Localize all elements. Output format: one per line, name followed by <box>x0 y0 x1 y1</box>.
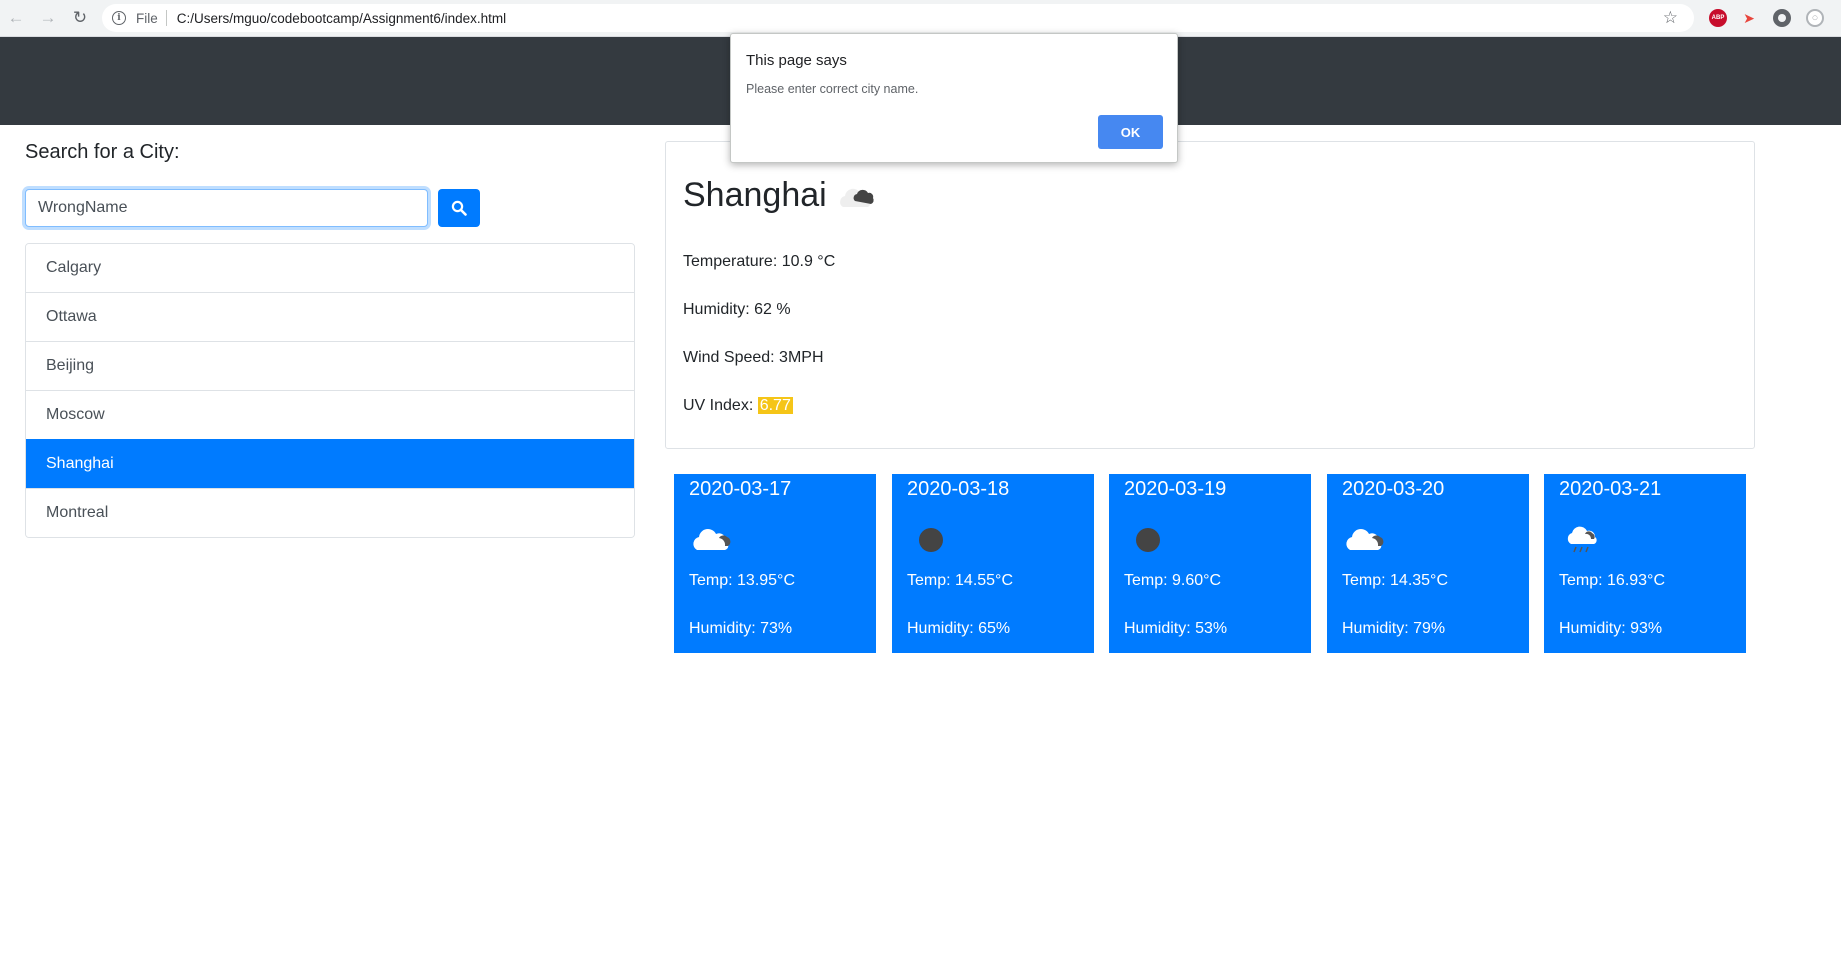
forecast-card-day-5: 2020-03-21 Temp: 16.93°C Humidity: 93% <box>1544 474 1746 653</box>
cloud-icon <box>693 529 731 550</box>
forecast-humidity: Humidity: 93% <box>1559 620 1663 637</box>
forecast-date: 2020-03-21 <box>1559 478 1662 500</box>
search-title: Search for a City: <box>25 141 180 163</box>
current-humidity: Humidity: 62 % <box>683 301 791 318</box>
forecast-card-day-2: 2020-03-18 Temp: 14.55°C Humidity: 65% <box>892 474 1094 653</box>
current-weather-card: Shanghai Temperature: 10.9 °C Humidity: … <box>665 141 1755 449</box>
alert-message: Please enter correct city name. <box>746 82 919 96</box>
address-divider <box>165 10 167 26</box>
bookmark-star-icon[interactable]: ☆ <box>1663 8 1678 28</box>
forecast-humidity: Humidity: 79% <box>1342 620 1446 637</box>
clear-icon <box>1136 528 1160 552</box>
extension-circle-icon[interactable] <box>1773 9 1791 27</box>
forecast-date: 2020-03-18 <box>907 478 1010 500</box>
rain-icon <box>1567 526 1597 553</box>
browser-toolbar: ← → ↻ i File C:/Users/mguo/codebootcamp/… <box>0 0 1841 37</box>
current-temperature: Temperature: 10.9 °C <box>683 253 836 270</box>
city-item-montreal[interactable]: Montreal <box>26 488 634 537</box>
forecast-humidity: Humidity: 65% <box>907 620 1011 637</box>
city-search-input[interactable] <box>25 189 428 227</box>
cloud-icon <box>1346 529 1384 550</box>
profile-icon[interactable]: ○ <box>1806 9 1824 27</box>
search-button[interactable] <box>438 189 480 227</box>
city-item-moscow[interactable]: Moscow <box>26 390 634 439</box>
adblock-extension-icon[interactable]: ABP <box>1709 9 1727 27</box>
forecast-humidity: Humidity: 73% <box>689 620 793 637</box>
alert-ok-button[interactable]: OK <box>1098 115 1163 149</box>
forecast-date: 2020-03-17 <box>689 478 792 500</box>
current-wind-speed: Wind Speed: 3MPH <box>683 349 824 366</box>
forecast-card-day-3: 2020-03-19 Temp: 9.60°C Humidity: 53% <box>1109 474 1311 653</box>
current-city-name: Shanghai <box>683 176 827 214</box>
forecast-date: 2020-03-20 <box>1342 478 1445 500</box>
url-text[interactable]: C:/Users/mguo/codebootcamp/Assignment6/i… <box>177 11 506 26</box>
reload-icon[interactable]: ↻ <box>68 6 92 30</box>
extension-arrow-icon[interactable]: ➤ <box>1740 9 1758 27</box>
address-bar[interactable]: i File C:/Users/mguo/codebootcamp/Assign… <box>102 4 1694 32</box>
city-item-shanghai[interactable]: Shanghai <box>26 439 634 488</box>
forecast-temp: Temp: 13.95°C <box>689 572 796 589</box>
city-history-list: Calgary Ottawa Beijing Moscow Shanghai M… <box>25 243 635 538</box>
forecast-card-day-1: 2020-03-17 Temp: 13.95°C Humidity: 73% <box>674 474 876 653</box>
adblock-label: ABP <box>1711 15 1725 21</box>
uv-index-label: UV Index: <box>683 397 758 414</box>
forecast-temp: Temp: 14.55°C <box>907 572 1014 589</box>
search-icon <box>451 200 467 216</box>
alert-dialog: This page says Please enter correct city… <box>730 33 1178 163</box>
forecast-temp: Temp: 16.93°C <box>1559 572 1666 589</box>
uv-index-value: 6.77 <box>757 397 793 414</box>
clear-icon <box>919 528 943 552</box>
forward-arrow-icon[interactable]: → <box>36 6 60 30</box>
file-label: File <box>136 10 158 26</box>
alert-title: This page says <box>746 52 847 69</box>
city-item-beijing[interactable]: Beijing <box>26 341 634 390</box>
forecast-temp: Temp: 14.35°C <box>1342 572 1449 589</box>
forecast-temp: Temp: 9.60°C <box>1124 572 1222 589</box>
back-arrow-icon[interactable]: ← <box>4 6 28 30</box>
cloudy-icon <box>839 188 874 207</box>
city-item-calgary[interactable]: Calgary <box>26 244 634 292</box>
city-item-ottawa[interactable]: Ottawa <box>26 292 634 341</box>
info-icon[interactable]: i <box>112 11 126 25</box>
current-uv-index: UV Index: 6.77 <box>683 397 793 415</box>
forecast-date: 2020-03-19 <box>1124 478 1227 500</box>
forecast-humidity: Humidity: 53% <box>1124 620 1228 637</box>
forecast-card-day-4: 2020-03-20 Temp: 14.35°C Humidity: 79% <box>1327 474 1529 653</box>
